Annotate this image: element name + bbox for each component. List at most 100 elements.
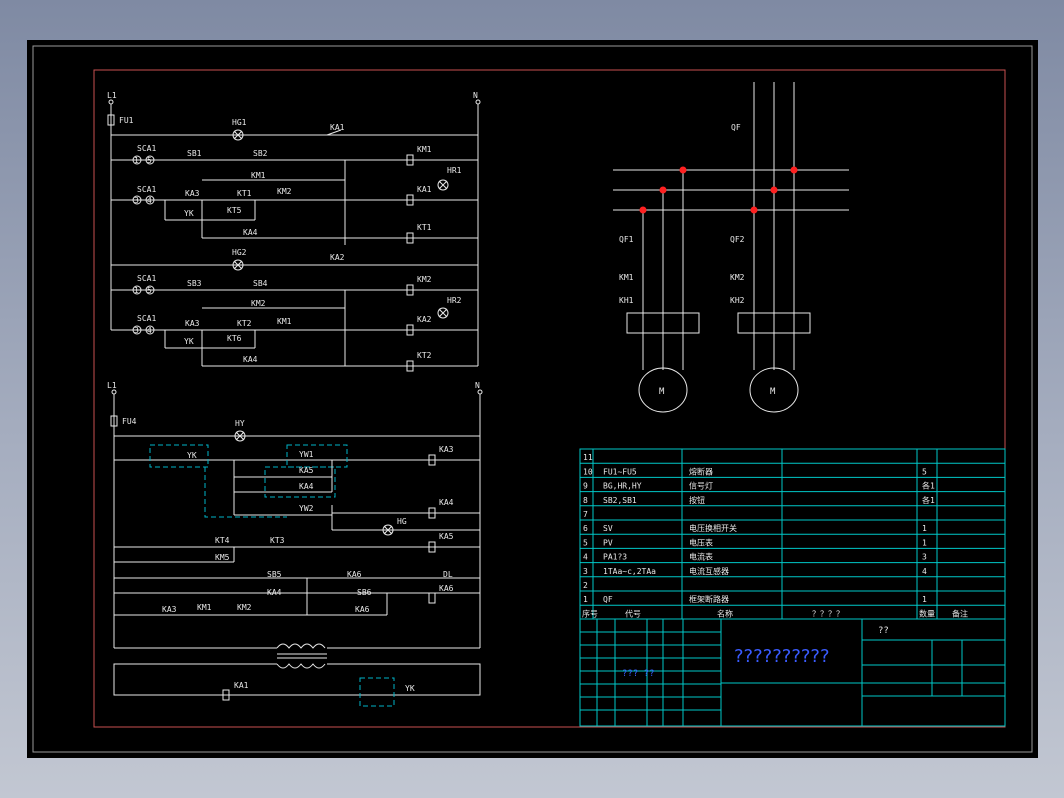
bom-row-name: 电流表 <box>689 552 713 562</box>
svg-text:KA3: KA3 <box>185 319 200 328</box>
svg-text:4: 4 <box>147 326 152 335</box>
svg-text:KM2: KM2 <box>417 275 432 284</box>
title-block: ?????????? ?? ??? ?? <box>579 618 1006 727</box>
svg-text:KA1: KA1 <box>417 185 432 194</box>
bom-row-code: BG,HR,HY <box>603 482 642 491</box>
svg-text:YK: YK <box>184 337 194 346</box>
svg-text:KA4: KA4 <box>299 482 314 491</box>
svg-text:KA3: KA3 <box>439 445 454 454</box>
svg-text:KM1: KM1 <box>277 317 292 326</box>
bom-row-no: 1 <box>583 595 588 604</box>
bom-row-name: 电流互感器 <box>689 566 729 576</box>
bom-row-no: 8 <box>583 496 588 505</box>
transformer-primary <box>276 643 326 649</box>
transformer-secondary <box>276 663 326 669</box>
svg-text:KA4: KA4 <box>243 228 258 237</box>
bom-row-no: 5 <box>583 538 588 547</box>
svg-text:QF1: QF1 <box>619 235 634 244</box>
svg-text:KA4: KA4 <box>439 498 454 507</box>
bom-row-code: SB2,SB1 <box>603 496 637 505</box>
svg-text:KT4: KT4 <box>215 536 230 545</box>
bom-row-name: 框架断路器 <box>689 594 729 604</box>
svg-text:M: M <box>770 387 776 397</box>
svg-text:N: N <box>475 381 480 390</box>
bom-header-qty: 数量 <box>919 608 935 618</box>
bom-row-name: 信号灯 <box>689 481 713 491</box>
svg-text:SB4: SB4 <box>253 279 268 288</box>
bom-row-code: PA1?3 <box>603 553 627 562</box>
bom-row-qty: 各1 <box>922 495 935 505</box>
svg-text:KA1: KA1 <box>234 681 249 690</box>
node-dot <box>679 166 687 174</box>
svg-text:HR2: HR2 <box>447 296 462 305</box>
svg-text:KT1: KT1 <box>237 189 252 198</box>
svg-text:3: 3 <box>134 196 139 205</box>
svg-text:FU4: FU4 <box>122 417 137 426</box>
lamp-hg1-label: HG1 <box>232 118 247 127</box>
svg-text:HG: HG <box>397 517 407 526</box>
svg-text:KA4: KA4 <box>267 588 282 597</box>
svg-text:KT1: KT1 <box>417 223 432 232</box>
drawing-title: ?????????? <box>734 646 830 667</box>
svg-text:SCA1: SCA1 <box>137 314 156 323</box>
svg-text:KA2: KA2 <box>330 253 345 262</box>
bom-table: 1110 FU1~FU5 熔断器 59 BG,HR,HY 信号灯 各18 SB2,SB1 按钮各… <box>579 448 1006 620</box>
rail-right-label: N <box>473 91 478 100</box>
bom-row-code: FU1~FU5 <box>603 467 637 476</box>
svg-text:SB1: SB1 <box>187 149 202 158</box>
power-circuit: QF QF1 KM1 KH1 M QF2 KM2 KH2 M <box>613 82 849 413</box>
svg-text:KM1: KM1 <box>197 603 212 612</box>
svg-text:HG2: HG2 <box>232 248 247 257</box>
svg-text:KA3: KA3 <box>162 605 177 614</box>
top-control-circuit: L1 N FU1 HG1 KA1 SCA1 1 5 SB1 SB2 KM1 HR… <box>107 91 481 372</box>
svg-text:KM1: KM1 <box>619 273 634 282</box>
bom-row-name: 熔断器 <box>689 466 713 476</box>
drawing-border <box>93 69 1006 728</box>
svg-text:YW1: YW1 <box>299 450 314 459</box>
schematic-svg: L1 N FU1 HG1 KA1 SCA1 1 5 SB1 SB2 KM1 HR… <box>32 45 1033 753</box>
bom-row-qty: 5 <box>922 467 927 476</box>
bom-row-qty: 3 <box>922 553 927 562</box>
bom-row-no: 11 <box>583 453 593 462</box>
bom-header-name: 名称 <box>717 608 733 618</box>
bom-header-no: 序号 <box>582 608 598 618</box>
svg-text:1: 1 <box>134 156 139 165</box>
svg-text:KH2: KH2 <box>730 296 745 305</box>
fuse-label: FU1 <box>119 116 134 125</box>
ka-row1-label: KA1 <box>330 123 345 132</box>
svg-text:4: 4 <box>147 196 152 205</box>
svg-text:HY: HY <box>235 419 245 428</box>
svg-text:QF2: QF2 <box>730 235 745 244</box>
bom-row-no: 2 <box>583 581 588 590</box>
svg-text:3: 3 <box>134 326 139 335</box>
bom-row-name: 电压表 <box>689 537 713 547</box>
svg-text:1: 1 <box>134 286 139 295</box>
svg-text:YK: YK <box>184 209 194 218</box>
svg-text:5: 5 <box>147 156 152 165</box>
bom-row-no: 10 <box>583 467 593 476</box>
svg-text:SCA1: SCA1 <box>137 274 156 283</box>
svg-text:KT2: KT2 <box>417 351 432 360</box>
svg-text:SB6: SB6 <box>357 588 372 597</box>
bottom-control-circuit: L1 N FU4 HY YK YW1 KA3 KA5 KA4 YW2 KA4 H… <box>107 381 483 707</box>
svg-text:KA6: KA6 <box>355 605 370 614</box>
bom-row-name: 电压换相开关 <box>689 523 737 533</box>
bom-row-no: 9 <box>583 482 588 491</box>
svg-text:KA6: KA6 <box>439 584 454 593</box>
outer-frame <box>32 45 1033 753</box>
bom-row-code: SV <box>603 524 613 533</box>
yk-box <box>359 677 395 707</box>
svg-text:KM2: KM2 <box>237 603 252 612</box>
yk-dashed-box <box>149 444 209 468</box>
cad-drawing-canvas[interactable]: L1 N FU1 HG1 KA1 SCA1 1 5 SB1 SB2 KM1 HR… <box>27 40 1038 758</box>
svg-text:SB3: SB3 <box>187 279 202 288</box>
svg-text:KM2: KM2 <box>277 187 292 196</box>
svg-text:YW2: YW2 <box>299 504 314 513</box>
svg-text:KM2: KM2 <box>251 299 266 308</box>
bom-row-code: QF <box>603 595 613 604</box>
bom-row-code: PV <box>603 538 613 547</box>
title-corner: ?? <box>878 626 889 636</box>
svg-text:DL: DL <box>443 570 453 579</box>
svg-text:M: M <box>659 387 665 397</box>
svg-text:KH1: KH1 <box>619 296 634 305</box>
